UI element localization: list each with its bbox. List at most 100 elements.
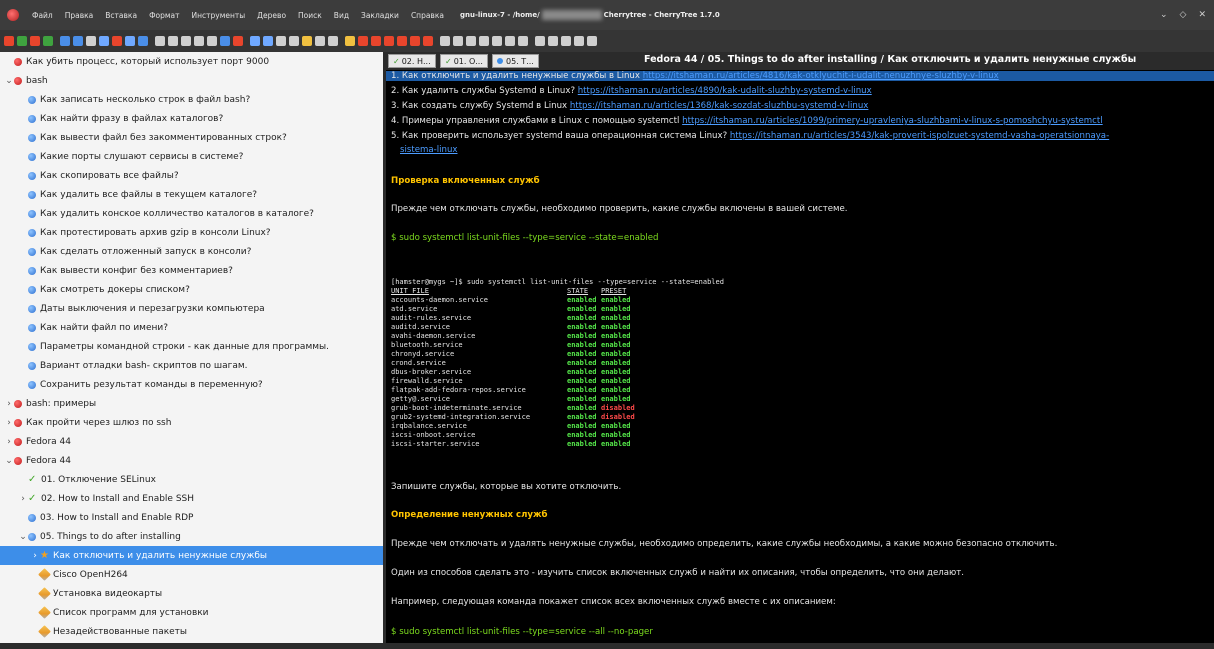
tree-row[interactable]: Как записать несколько строк в файл bash… xyxy=(0,90,383,109)
toolbar-icon[interactable] xyxy=(43,36,53,46)
tree-row[interactable]: Как найти файл по имени? xyxy=(0,318,383,337)
toolbar-icon[interactable] xyxy=(410,36,420,46)
menu-item[interactable]: Файл xyxy=(26,11,59,20)
menu-item[interactable]: Инструменты xyxy=(186,11,252,20)
toolbar-icon[interactable] xyxy=(99,36,109,46)
tree-row[interactable]: ✓ 01. Отключение SELinux xyxy=(0,470,383,489)
toolbar-icon[interactable] xyxy=(453,36,463,46)
toolbar-icon[interactable] xyxy=(86,36,96,46)
tree-row[interactable]: Сохранить результат команды в переменную… xyxy=(0,375,383,394)
toolbar-icon[interactable] xyxy=(194,36,204,46)
toolbar-icon[interactable] xyxy=(17,36,27,46)
toolbar-icon[interactable] xyxy=(423,36,433,46)
toolbar-icon[interactable] xyxy=(207,36,217,46)
tree-row[interactable]: Установка видеокарты xyxy=(0,584,383,603)
toolbar-icon[interactable] xyxy=(112,36,122,46)
collapsed-icon[interactable]: › xyxy=(4,418,14,428)
tree-row[interactable]: Как смотреть докеры списком? xyxy=(0,280,383,299)
toolbar-icon[interactable] xyxy=(358,36,368,46)
tree-row[interactable]: › ✓ 02. How to Install and Enable SSH xyxy=(0,489,383,508)
menu-item[interactable]: Правка xyxy=(59,11,100,20)
collapsed-icon[interactable]: › xyxy=(4,399,14,409)
toolbar-icon[interactable] xyxy=(466,36,476,46)
tree-row[interactable]: Как найти фразу в файлах каталогов? xyxy=(0,109,383,128)
tree-row[interactable]: Параметры командной строки - как данные … xyxy=(0,337,383,356)
tree-row[interactable]: Незадействованные пакеты xyxy=(0,622,383,641)
toolbar-icon[interactable] xyxy=(302,36,312,46)
toolbar-icon[interactable] xyxy=(315,36,325,46)
maximize-icon[interactable]: ◇ xyxy=(1180,10,1187,20)
toolbar-icon[interactable] xyxy=(250,36,260,46)
collapsed-icon[interactable]: › xyxy=(4,437,14,447)
tree-row[interactable]: Cisco OpenH264 xyxy=(0,565,383,584)
tree-row[interactable]: Даты выключения и перезагрузки компьютер… xyxy=(0,299,383,318)
tree-row[interactable]: Вариант отладки bash- скриптов по шагам. xyxy=(0,356,383,375)
toolbar-icon[interactable] xyxy=(505,36,515,46)
toolbar-icon[interactable] xyxy=(276,36,286,46)
tab-02[interactable]: ✓ 02. Н... xyxy=(388,54,436,68)
tree-row[interactable]: Как сделать отложенный запуск в консоли? xyxy=(0,242,383,261)
toolbar-icon[interactable] xyxy=(548,36,558,46)
toolbar-icon[interactable] xyxy=(371,36,381,46)
toolbar-icon[interactable] xyxy=(384,36,394,46)
tree-row[interactable]: Какие порты слушают сервисы в системе? xyxy=(0,147,383,166)
collapsed-icon[interactable]: › xyxy=(18,494,28,504)
toolbar-icon[interactable] xyxy=(138,36,148,46)
tree-row[interactable]: ⌄ 05. Things to do after installing xyxy=(0,527,383,546)
tree-row[interactable]: Как удалить конское колличество каталого… xyxy=(0,204,383,223)
menu-item[interactable]: Поиск xyxy=(292,11,328,20)
toolbar-icon[interactable] xyxy=(397,36,407,46)
toolbar-icon[interactable] xyxy=(181,36,191,46)
toolbar-icon[interactable] xyxy=(233,36,243,46)
toc-link[interactable]: https://itshaman.ru/articles/4890/kak-ud… xyxy=(578,86,872,96)
toolbar-icon[interactable] xyxy=(125,36,135,46)
toolbar-icon[interactable] xyxy=(345,36,355,46)
toolbar-icon[interactable] xyxy=(4,36,14,46)
toc-link[interactable]: https://itshaman.ru/articles/3543/kak-pr… xyxy=(730,131,1109,141)
toolbar-icon[interactable] xyxy=(561,36,571,46)
toolbar-icon[interactable] xyxy=(492,36,502,46)
tree-row[interactable]: ⌄ Fedora 44 xyxy=(0,451,383,470)
toolbar-icon[interactable] xyxy=(263,36,273,46)
toolbar-icon[interactable] xyxy=(73,36,83,46)
tree-row[interactable]: Как протестировать архив gzip в консоли … xyxy=(0,223,383,242)
tree-row[interactable]: Как убить процесс, который использует по… xyxy=(0,52,383,71)
menu-item[interactable]: Дерево xyxy=(251,11,292,20)
tree-row[interactable]: Как скопировать все файлы? xyxy=(0,166,383,185)
tab-05[interactable]: 05. Т... xyxy=(492,54,539,68)
tab-01[interactable]: ✓ 01. О... xyxy=(440,54,488,68)
tree-row[interactable]: Список программ для установки xyxy=(0,603,383,622)
toc-link[interactable]: https://itshaman.ru/articles/4816/kak-ot… xyxy=(643,71,999,81)
toolbar-icon[interactable] xyxy=(535,36,545,46)
toolbar-icon[interactable] xyxy=(30,36,40,46)
collapsed-icon[interactable]: › xyxy=(30,551,40,561)
tree-row[interactable]: 03. How to Install and Enable RDP xyxy=(0,508,383,527)
tree-row[interactable]: Как вывести файл без закомментированных … xyxy=(0,128,383,147)
tree-row[interactable]: › Как пройти через шлюз по ssh xyxy=(0,413,383,432)
toolbar-icon[interactable] xyxy=(587,36,597,46)
toolbar-icon[interactable] xyxy=(60,36,70,46)
expanded-icon[interactable]: ⌄ xyxy=(18,532,28,542)
toolbar-icon[interactable] xyxy=(328,36,338,46)
expanded-icon[interactable]: ⌄ xyxy=(4,456,14,466)
minimize-icon[interactable]: ⌄ xyxy=(1160,10,1168,20)
toolbar-icon[interactable] xyxy=(518,36,528,46)
tree-row[interactable]: ⌄ bash xyxy=(0,71,383,90)
menu-item[interactable]: Закладки xyxy=(355,11,405,20)
toc-link[interactable]: sistema-linux xyxy=(400,145,458,155)
menu-item[interactable]: Справка xyxy=(405,11,450,20)
toolbar-icon[interactable] xyxy=(155,36,165,46)
rich-text-content[interactable]: 1. Как отключить и удалить ненужные служ… xyxy=(386,71,1214,649)
tree-row[interactable]: › bash: примеры xyxy=(0,394,383,413)
cherrytree-logo-icon[interactable] xyxy=(0,0,26,30)
toc-link[interactable]: https://itshaman.ru/articles/1099/primer… xyxy=(682,116,1103,126)
menu-item[interactable]: Вставка xyxy=(99,11,143,20)
menu-item[interactable]: Вид xyxy=(328,11,355,20)
tree-row[interactable]: › Fedora 44 xyxy=(0,432,383,451)
menu-item[interactable]: Формат xyxy=(143,11,185,20)
tree-row[interactable]: Как удалить все файлы в текущем каталоге… xyxy=(0,185,383,204)
toc-link[interactable]: https://itshaman.ru/articles/1368/kak-so… xyxy=(570,101,869,111)
toolbar-icon[interactable] xyxy=(574,36,584,46)
tree-row[interactable]: Как вывести конфиг без комментариев? xyxy=(0,261,383,280)
toolbar-icon[interactable] xyxy=(440,36,450,46)
